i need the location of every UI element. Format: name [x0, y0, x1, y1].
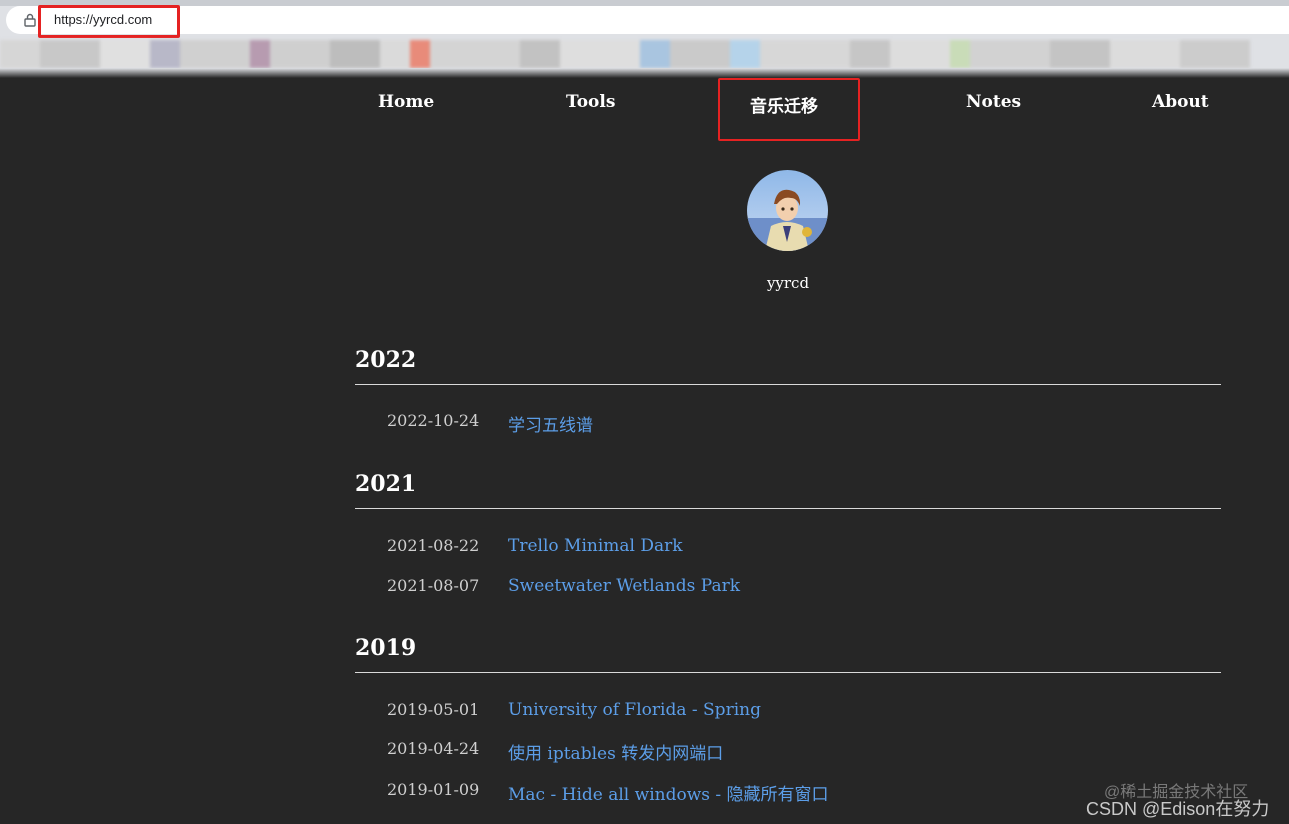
year-heading: 2019 [355, 635, 417, 661]
address-bar[interactable]: https://yyrcd.com [6, 6, 1289, 34]
lock-icon [24, 13, 36, 27]
nav-highlight-box [718, 78, 860, 141]
post-date: 2019-01-09 [387, 780, 480, 799]
post-link[interactable]: Mac - Hide all windows - 隐藏所有窗口 [508, 780, 829, 805]
divider [355, 672, 1221, 673]
post-date: 2019-05-01 [387, 700, 480, 719]
divider [355, 384, 1221, 385]
watermark-csdn: CSDN @Edison在努力 [1086, 799, 1270, 819]
nav-about[interactable]: About [1152, 92, 1209, 112]
post-date: 2019-04-24 [387, 739, 480, 758]
post-link[interactable]: 学习五线谱 [508, 411, 593, 436]
post-date: 2021-08-22 [387, 536, 480, 555]
bookmarks-bar-blurred [0, 40, 1289, 68]
post-date: 2022-10-24 [387, 411, 480, 430]
username: yyrcd [766, 274, 810, 292]
url-highlight-box [38, 5, 180, 38]
year-heading: 2021 [355, 471, 417, 497]
post-link[interactable]: 使用 iptables 转发内网端口 [508, 739, 723, 764]
post-link[interactable]: University of Florida - Spring [508, 700, 761, 720]
divider [355, 508, 1221, 509]
nav-tools[interactable]: Tools [566, 92, 615, 112]
browser-chrome: https://yyrcd.com [0, 0, 1289, 78]
post-link[interactable]: Sweetwater Wetlands Park [508, 576, 740, 596]
post-date: 2021-08-07 [387, 576, 480, 595]
avatar [747, 170, 828, 251]
nav-home[interactable]: Home [378, 92, 434, 112]
chrome-shadow [0, 68, 1289, 78]
nav-notes[interactable]: Notes [966, 92, 1021, 112]
post-link[interactable]: Trello Minimal Dark [508, 536, 683, 556]
year-heading: 2022 [355, 347, 417, 373]
site-nav: Home Tools 音乐迁移 Notes About [0, 92, 1289, 117]
